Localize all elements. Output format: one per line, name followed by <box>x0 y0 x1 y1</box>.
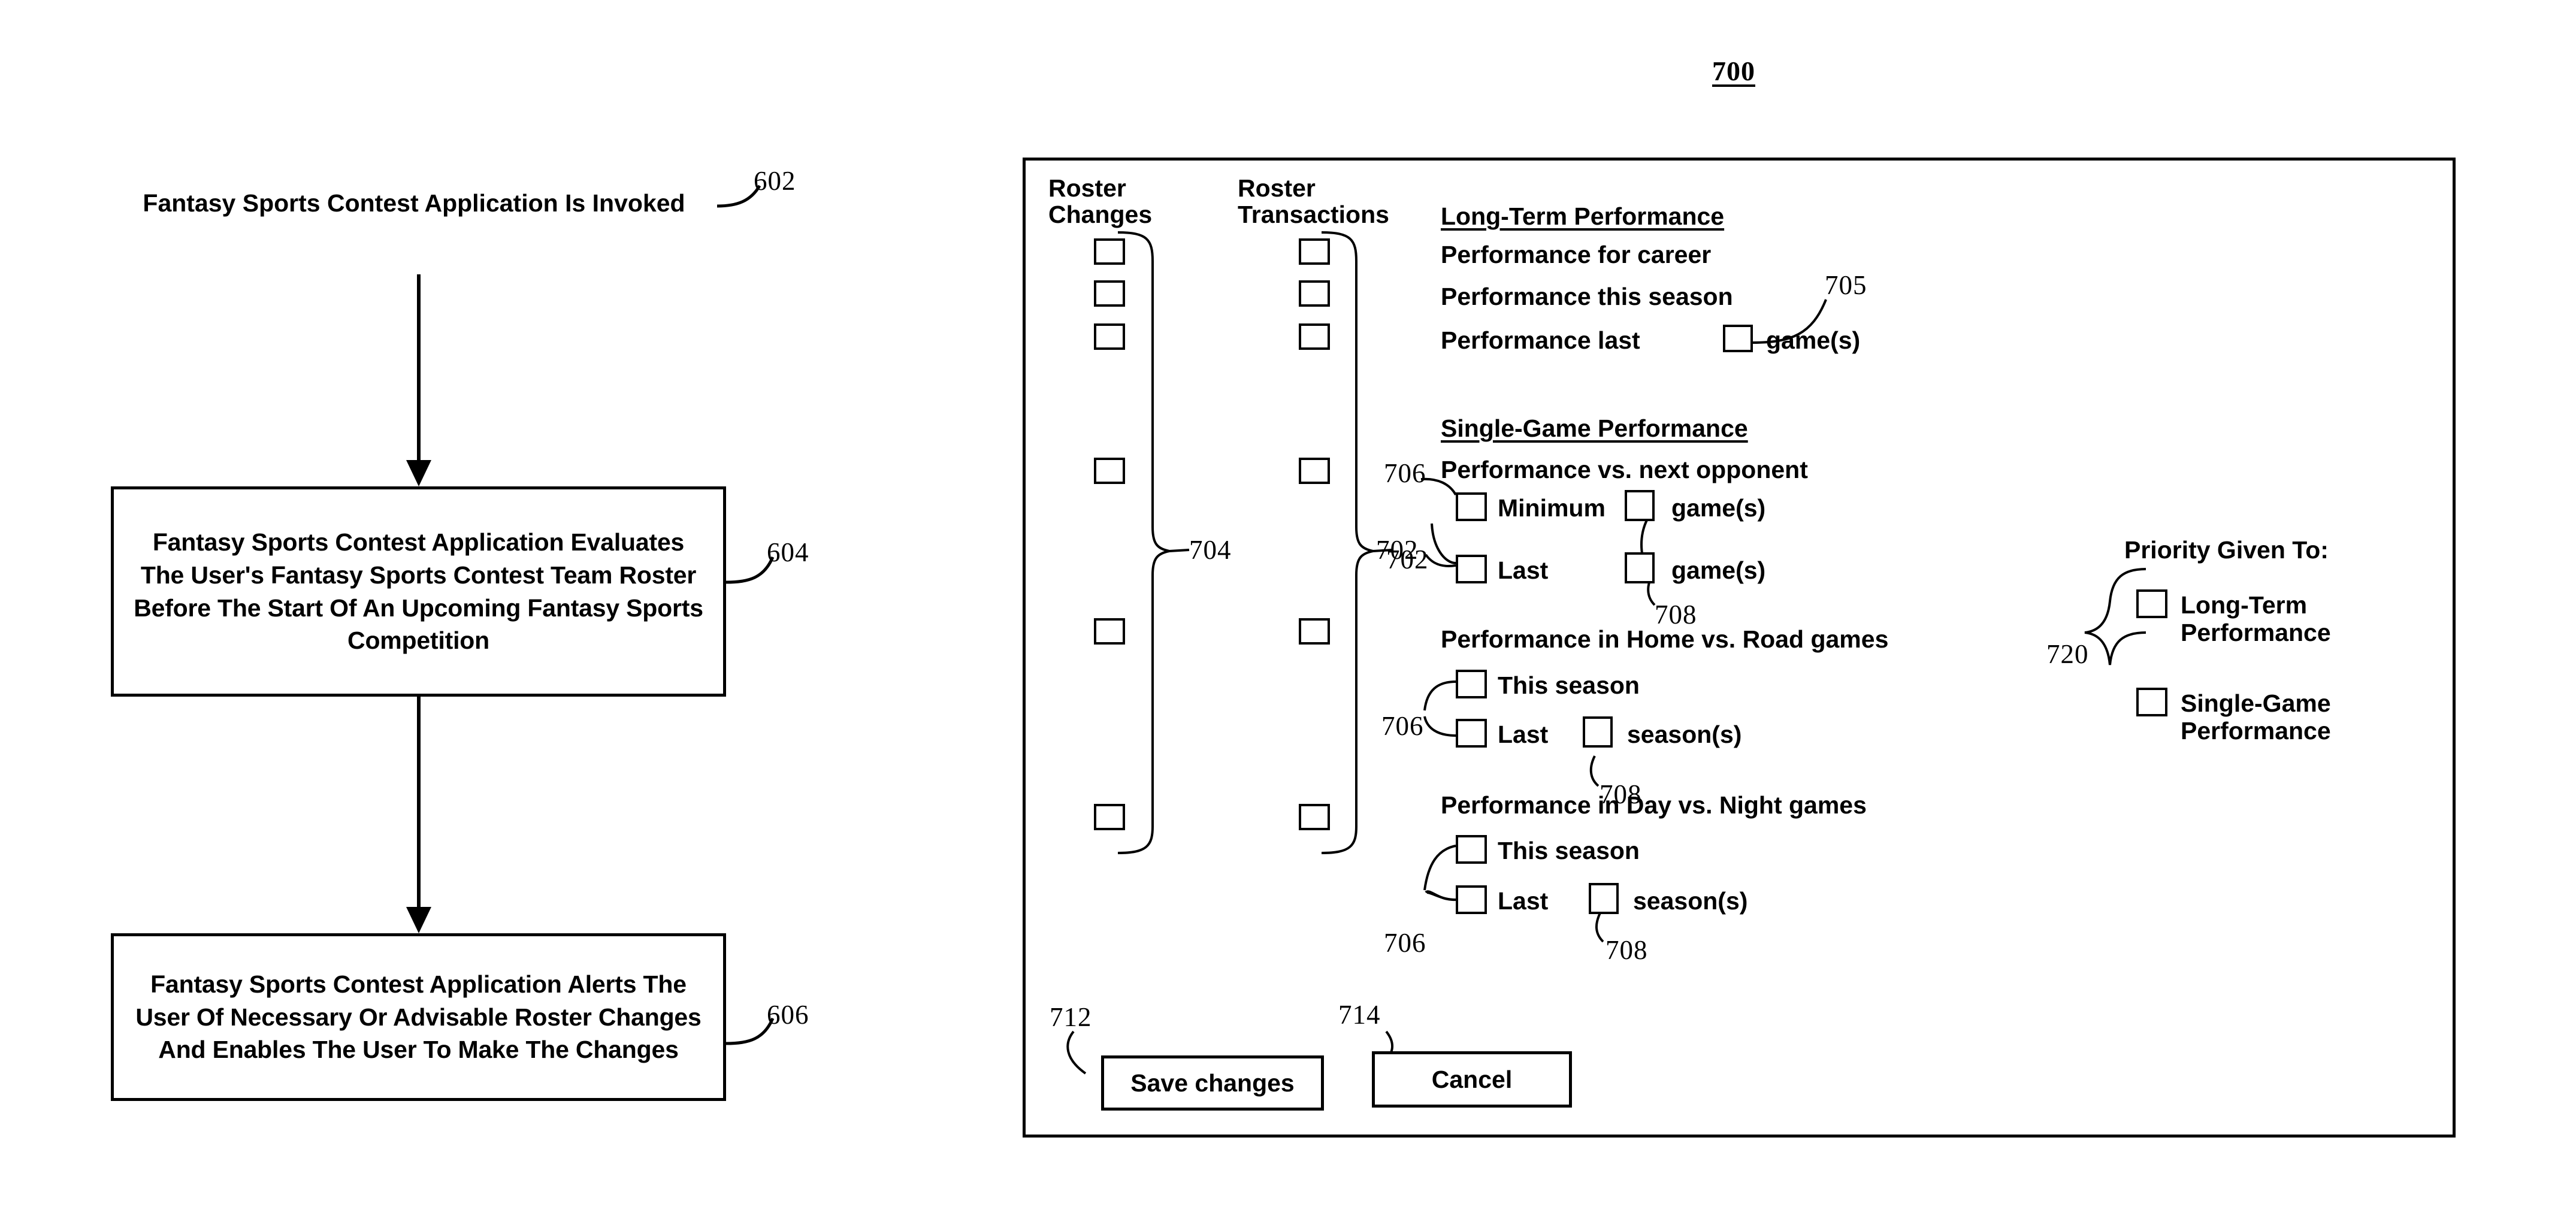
label-priority-single-game: Single-Game Performance <box>2181 689 2331 745</box>
checkbox-roster-transactions-6[interactable] <box>1299 804 1330 830</box>
label-home-road-last-suffix: season(s) <box>1627 721 1742 748</box>
label-priority-long-term: Long-Term Performance <box>2181 591 2331 646</box>
ref-606: 606 <box>767 1000 809 1030</box>
item-performance-for-career: Performance for career <box>1441 241 1712 268</box>
checkbox-roster-changes-1[interactable] <box>1094 238 1125 265</box>
label-last-games-suffix: game(s) <box>1671 556 1766 584</box>
section-heading-single-game-performance: Single-Game Performance <box>1441 415 1748 442</box>
section-heading-day-vs-night: Performance in Day vs. Night games <box>1441 791 1867 819</box>
item-performance-last-suffix: game(s) <box>1766 326 1861 354</box>
checkbox-home-road-last-count[interactable] <box>1583 716 1613 748</box>
priority-title: Priority Given To: <box>2124 536 2329 564</box>
section-heading-home-vs-road: Performance in Home vs. Road games <box>1441 625 1889 653</box>
patent-figure-page: Fantasy Sports Contest Application Is In… <box>0 0 2576 1210</box>
checkbox-roster-transactions-1[interactable] <box>1299 238 1330 265</box>
item-performance-this-season: Performance this season <box>1441 283 1733 310</box>
label-day-night-this-season: This season <box>1498 837 1640 864</box>
checkbox-last-games-count[interactable] <box>1625 552 1655 583</box>
checkbox-day-night-last[interactable] <box>1456 885 1487 914</box>
ref-602: 602 <box>754 166 796 196</box>
checkbox-roster-transactions-3[interactable] <box>1299 323 1330 350</box>
label-minimum-games-suffix: game(s) <box>1671 494 1766 522</box>
ref-704: 704 <box>1189 535 1232 565</box>
checkbox-roster-changes-4[interactable] <box>1094 458 1125 484</box>
label-last-games: Last <box>1498 556 1549 584</box>
checkbox-roster-changes-5[interactable] <box>1094 618 1125 645</box>
checkbox-minimum-games[interactable] <box>1456 492 1487 521</box>
ref-705: 705 <box>1825 270 1867 300</box>
column-header-roster-changes: Roster Changes <box>1048 174 1153 228</box>
flow-step-604-text: Fantasy Sports Contest Application Evalu… <box>134 528 703 655</box>
cancel-button[interactable]: Cancel <box>1372 1051 1572 1108</box>
checkbox-priority-single-game[interactable] <box>2136 688 2167 716</box>
label-home-road-last: Last <box>1498 721 1549 748</box>
checkbox-roster-transactions-2[interactable] <box>1299 280 1330 307</box>
section-heading-long-term-performance: Long-Term Performance <box>1441 202 1725 230</box>
checkbox-last-games[interactable] <box>1456 555 1487 583</box>
label-day-night-last-suffix: season(s) <box>1633 887 1748 915</box>
flow-step-606-text: Fantasy Sports Contest Application Alert… <box>135 970 702 1064</box>
flow-step-602-text: Fantasy Sports Contest Application Is In… <box>143 189 685 217</box>
checkbox-minimum-games-count[interactable] <box>1625 490 1655 521</box>
item-performance-last-prefix: Performance last <box>1441 326 1640 354</box>
checkbox-priority-long-term[interactable] <box>2136 589 2167 618</box>
ref-714: 714 <box>1338 1000 1381 1030</box>
label-day-night-last: Last <box>1498 887 1549 915</box>
cancel-label: Cancel <box>1431 1065 1513 1093</box>
checkbox-roster-changes-2[interactable] <box>1094 280 1125 307</box>
checkbox-roster-changes-3[interactable] <box>1094 323 1125 350</box>
save-changes-button[interactable]: Save changes <box>1101 1055 1324 1111</box>
ref-702-single-game: 702 <box>1386 544 1429 574</box>
figure-number: 700 <box>1712 56 1755 86</box>
label-home-road-this-season: This season <box>1498 671 1640 699</box>
ref-706-day-vs-night: 706 <box>1384 928 1426 958</box>
ref-712: 712 <box>1050 1002 1092 1032</box>
ref-708-day-vs-night: 708 <box>1606 935 1648 965</box>
checkbox-roster-changes-6[interactable] <box>1094 804 1125 830</box>
ref-720: 720 <box>2046 639 2089 669</box>
checkbox-day-night-last-count[interactable] <box>1589 883 1619 914</box>
item-performance-vs-next-opponent: Performance vs. next opponent <box>1441 456 1808 483</box>
flow-step-604-box: Fantasy Sports Contest Application Evalu… <box>111 486 726 697</box>
ref-706-home-vs-road: 706 <box>1381 711 1424 741</box>
save-changes-label: Save changes <box>1130 1069 1295 1097</box>
ref-604: 604 <box>767 537 809 567</box>
checkbox-performance-last-games[interactable] <box>1723 325 1753 352</box>
checkbox-home-road-last[interactable] <box>1456 719 1487 748</box>
checkbox-day-night-this-season[interactable] <box>1456 835 1487 864</box>
column-header-roster-transactions: Roster Transactions <box>1238 174 1389 228</box>
checkbox-roster-transactions-4[interactable] <box>1299 458 1330 484</box>
checkbox-home-road-this-season[interactable] <box>1456 670 1487 698</box>
flow-step-606-box: Fantasy Sports Contest Application Alert… <box>111 933 726 1101</box>
ref-706-single-game: 706 <box>1384 458 1426 488</box>
checkbox-roster-transactions-5[interactable] <box>1299 618 1330 645</box>
label-minimum: Minimum <box>1498 494 1606 522</box>
